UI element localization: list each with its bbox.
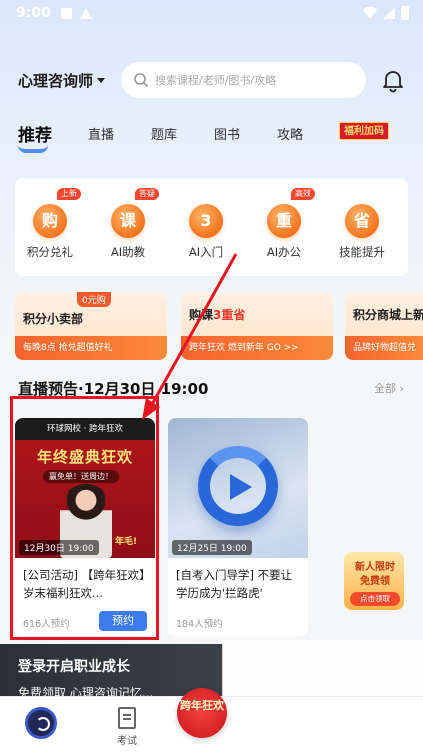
new-user-gift-promo[interactable]: 新人限时 免费领 点击领取 [338, 544, 416, 622]
side-promo-line2: 免费领 [360, 576, 390, 587]
side-promo-line1: 新人限时 [355, 562, 395, 573]
claim-button[interactable]: 点击领取 [350, 592, 400, 606]
home-tab-icon[interactable] [25, 707, 57, 739]
center-promo-button[interactable]: 跨年狂欢 [177, 688, 227, 738]
tab-exam[interactable]: 考试 [107, 703, 147, 747]
tab-exam-label: 考试 [117, 736, 137, 747]
login-title: 登录开启职业成长 [18, 659, 130, 675]
document-icon [118, 707, 136, 729]
